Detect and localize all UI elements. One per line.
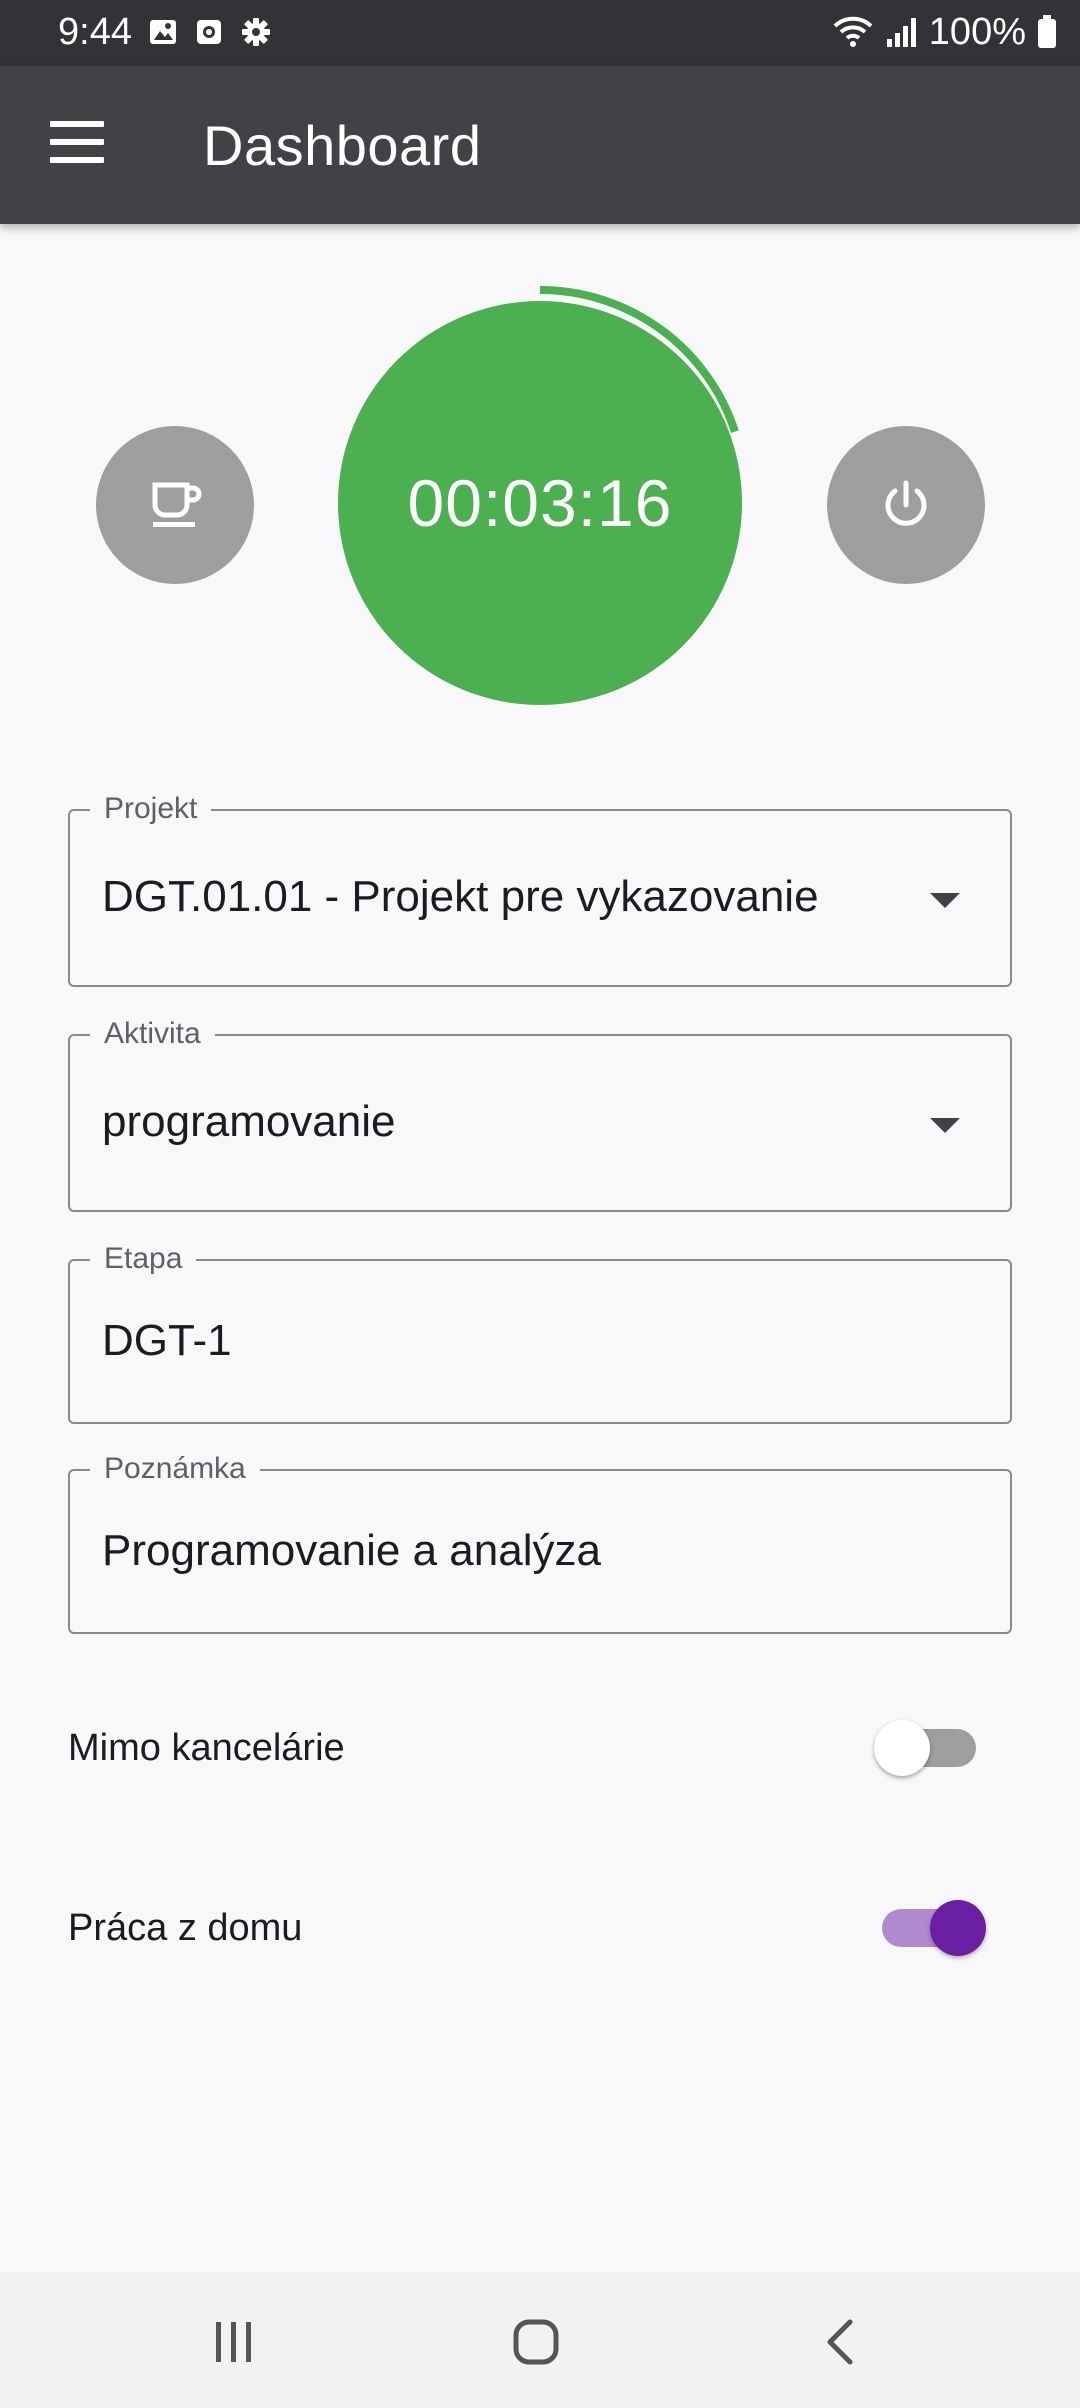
page-title: Dashboard: [203, 114, 482, 177]
image-icon: [150, 20, 176, 44]
notification-icons: [148, 16, 272, 48]
home-icon[interactable]: [512, 2318, 560, 2366]
screen-record-icon: [197, 20, 221, 44]
timer-elapsed: 00:03:16: [407, 466, 673, 540]
battery-icon: [1038, 15, 1056, 48]
status-bar: 9:44 100%: [0, 0, 1080, 66]
hamburger-menu-icon[interactable]: [50, 121, 106, 169]
stop-button[interactable]: [827, 426, 985, 584]
projekt-label: Projekt: [90, 789, 212, 829]
timer-button[interactable]: 00:03:16: [338, 301, 742, 705]
poznamka-value: Programovanie a analýza: [102, 1526, 601, 1575]
etapa-field[interactable]: Etapa DGT-1: [68, 1239, 1012, 1424]
signal-icon: [886, 18, 916, 47]
chevron-down-icon: [930, 1118, 960, 1133]
timer: 00:03:16: [330, 280, 760, 710]
app-bar: Dashboard: [0, 66, 1080, 224]
battery-percentage: 100%: [928, 11, 1026, 53]
chevron-down-icon: [930, 893, 960, 908]
aktivita-label: Aktivita: [90, 1014, 215, 1054]
etapa-label: Etapa: [90, 1239, 197, 1279]
system-icons: 100%: [831, 8, 1058, 56]
power-icon: [885, 480, 927, 526]
switch-thumb: [930, 1900, 986, 1956]
projekt-value: DGT.01.01 - Projekt pre vykazovanie: [102, 872, 819, 921]
poznamka-label: Poznámka: [90, 1449, 260, 1489]
poznamka-field[interactable]: Poznámka Programovanie a analýza: [68, 1449, 1012, 1634]
mimo-kancelarie-label: Mimo kancelárie: [68, 1727, 345, 1769]
system-nav-bar: [0, 2272, 1080, 2408]
etapa-value: DGT-1: [102, 1316, 232, 1365]
settings-gear-icon: [242, 18, 270, 46]
switch-thumb: [874, 1720, 930, 1776]
aktivita-select[interactable]: Aktivita programovanie: [68, 1014, 1012, 1212]
projekt-select[interactable]: Projekt DGT.01.01 - Projekt pre vykazova…: [68, 789, 1012, 987]
praca-z-domu-label: Práca z domu: [68, 1907, 303, 1949]
status-time: 9:44: [58, 11, 132, 53]
wifi-icon: [833, 16, 873, 47]
coffee-cup-icon: [152, 482, 202, 527]
break-button[interactable]: [96, 426, 254, 584]
back-icon[interactable]: [822, 2318, 858, 2366]
recent-apps-icon[interactable]: [212, 2320, 256, 2364]
aktivita-value: programovanie: [102, 1097, 396, 1146]
